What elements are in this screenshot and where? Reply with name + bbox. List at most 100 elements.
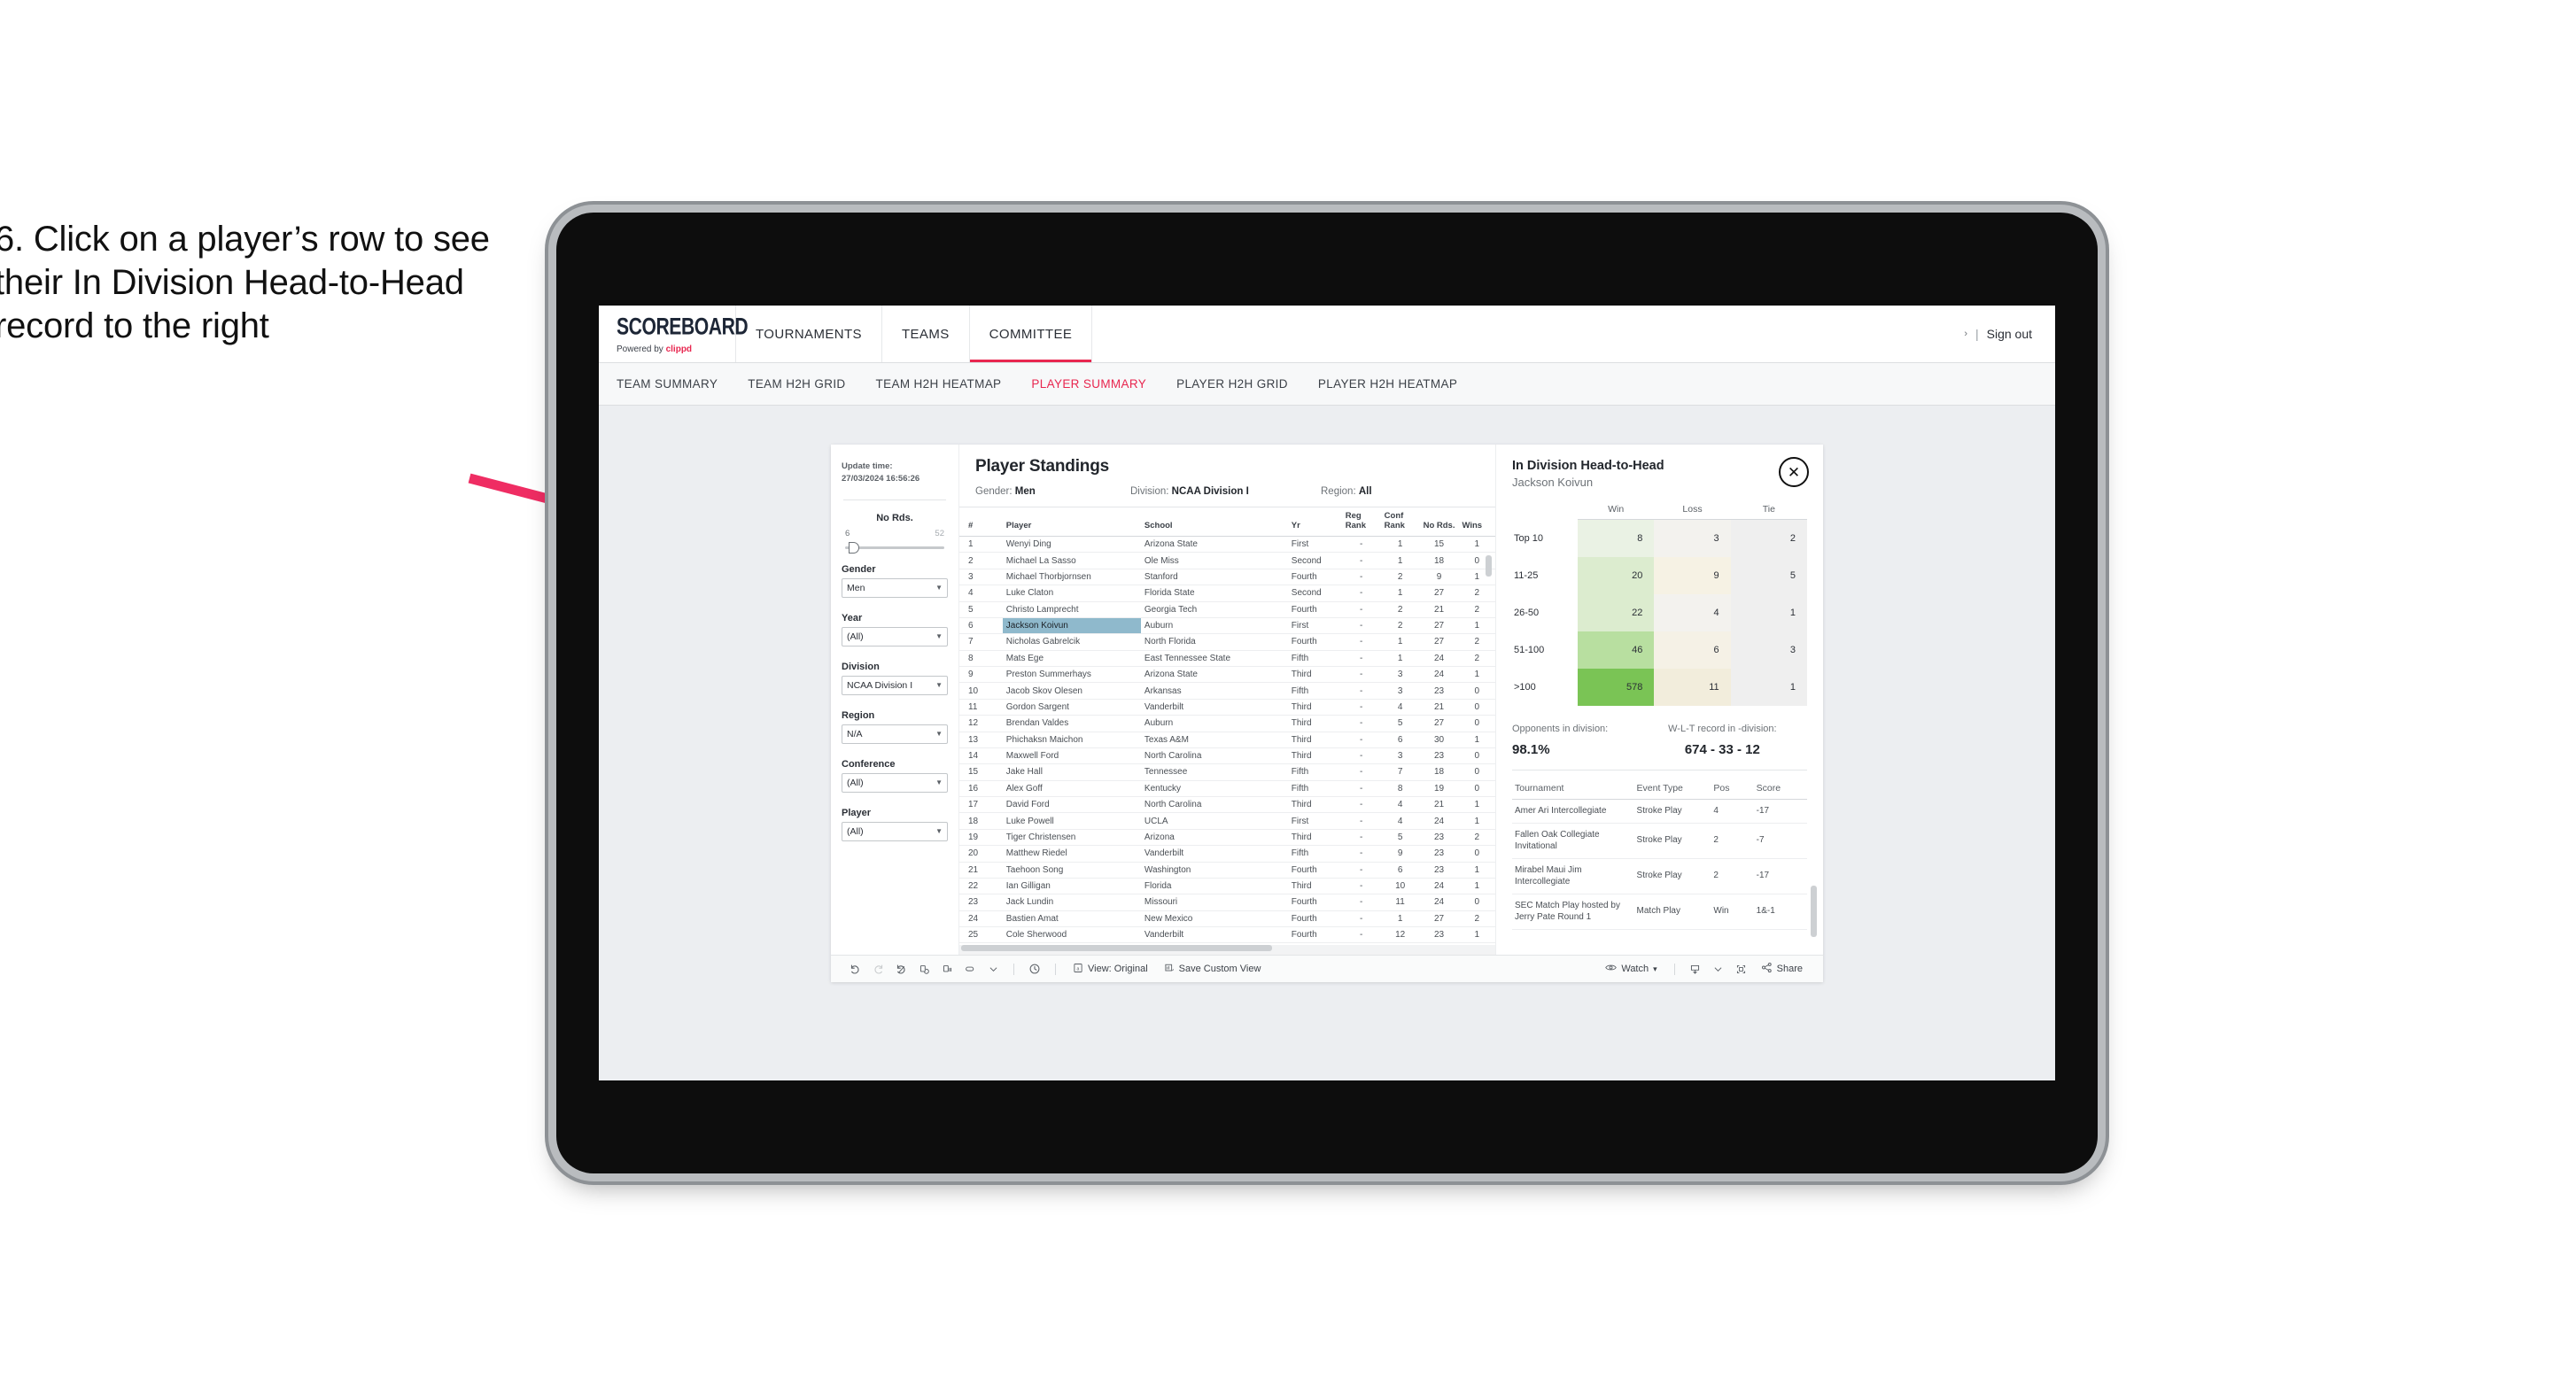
history-clock-icon[interactable] [1023, 960, 1046, 978]
table-row[interactable]: 15 Jake Hall Tennessee Fifth -7 18 0 [959, 763, 1495, 781]
app-logo[interactable]: SCOREBOARD Powered by clippd [599, 306, 749, 362]
nav-item-committee[interactable]: COMMITTEE [969, 306, 1093, 362]
watch-button[interactable]: Watch ▾ [1597, 962, 1664, 976]
col-year[interactable]: Yr [1287, 507, 1342, 537]
col-school[interactable]: School [1140, 507, 1288, 537]
cell-player: Brendan Valdes [1002, 715, 1141, 732]
cell-year: Third [1287, 829, 1342, 847]
redo-icon[interactable] [866, 960, 889, 978]
table-row[interactable]: 25 Cole Sherwood Vanderbilt Fourth -12 23 1 [959, 926, 1495, 944]
tournament-row[interactable]: Mirabel Maui Jim Intercollegiate Stroke P… [1512, 858, 1807, 894]
refresh-data-icon[interactable] [912, 960, 935, 978]
filter-year-select[interactable]: (All) ▼ [842, 626, 948, 647]
cell-year: Fifth [1287, 845, 1342, 863]
fullscreen-icon[interactable] [1730, 960, 1753, 978]
standings-horizontal-scrollbar[interactable] [961, 945, 1272, 952]
view-icon: a [1073, 963, 1083, 976]
table-row[interactable]: 12 Brendan Valdes Auburn Third -5 27 0 [959, 715, 1495, 732]
tournament-row[interactable]: Amer Ari Intercollegiate Stroke Play 4 -17 [1512, 799, 1807, 824]
close-icon[interactable]: ✕ [1779, 457, 1809, 487]
filter-region-select[interactable]: N/A ▼ [842, 724, 948, 744]
standings-horizontal-scroll-track[interactable] [959, 945, 1495, 956]
table-row[interactable]: 8 Mats Ege East Tennessee State Fifth -1 24 2 [959, 650, 1495, 668]
table-row[interactable]: 1 Wenyi Ding Arizona State First -1 15 1 [959, 536, 1495, 554]
tab-team-h2h-grid[interactable]: TEAM H2H GRID [748, 377, 845, 391]
filter-player-select[interactable]: (All) ▼ [842, 821, 948, 841]
table-row[interactable]: 7 Nicholas Gabrelcik North Florida Fourth -1… [959, 633, 1495, 651]
tournaments-scrollbar[interactable] [1811, 886, 1817, 938]
col-rank[interactable]: # [959, 507, 1003, 537]
table-row[interactable]: 18 Luke Powell UCLA First -4 24 1 [959, 812, 1495, 830]
table-row[interactable]: 16 Alex Goff Kentucky Fifth -8 19 0 [959, 780, 1495, 798]
table-row[interactable]: 24 Bastien Amat New Mexico Fourth -1 27 2 [959, 910, 1495, 928]
filter-division-select[interactable]: NCAA Division I ▼ [842, 675, 948, 695]
signout-link[interactable]: Sign out [1987, 327, 2032, 341]
tab-player-h2h-heatmap[interactable]: PLAYER H2H HEATMAP [1318, 377, 1457, 391]
cell-conf-rank: 4 [1380, 796, 1420, 814]
col-wins[interactable]: Wins [1458, 507, 1495, 537]
tab-team-summary[interactable]: TEAM SUMMARY [617, 377, 718, 391]
no-rounds-slider-track[interactable] [845, 541, 944, 554]
tournament-row[interactable]: SEC Match Play hosted by Jerry Pate Roun… [1512, 894, 1807, 930]
tab-player-h2h-grid[interactable]: PLAYER H2H GRID [1176, 377, 1288, 391]
table-row[interactable]: 19 Tiger Christensen Arizona Third -5 23 2 [959, 829, 1495, 847]
tournament-row[interactable]: Fallen Oak Collegiate Invitational Stroke… [1512, 823, 1807, 859]
table-row[interactable]: 13 Phichaksn Maichon Texas A&M Third -6 30 1 [959, 732, 1495, 748]
no-rounds-slider-handle[interactable] [849, 541, 859, 554]
view-original-button[interactable]: a View: Original [1065, 963, 1156, 976]
col-conf-rank[interactable]: Conf Rank [1380, 507, 1420, 537]
table-row[interactable]: 20 Matthew Riedel Vanderbilt Fifth -9 23 0 [959, 845, 1495, 863]
standings-vertical-scrollbar[interactable] [1486, 555, 1492, 577]
cell-school: Vanderbilt [1140, 699, 1288, 716]
watch-chevron-down-icon: ▾ [1653, 964, 1657, 973]
table-row[interactable]: 21 Taehoon Song Washington Fourth -6 23 1 [959, 862, 1495, 879]
share-button[interactable]: Share [1753, 962, 1811, 976]
tab-player-summary[interactable]: PLAYER SUMMARY [1031, 377, 1146, 391]
filter-gender-select[interactable]: Men ▼ [842, 577, 948, 598]
pause-updates-icon[interactable] [935, 960, 958, 978]
download-chevron-down-icon[interactable] [1707, 960, 1730, 978]
nav-item-tournaments[interactable]: TOURNAMENTS [736, 306, 882, 362]
cell-score: -17 [1753, 858, 1807, 894]
download-icon[interactable] [1684, 960, 1707, 978]
table-row[interactable]: 2 Michael La Sasso Ole Miss Second -1 18 0 [959, 552, 1495, 569]
table-row[interactable]: 10 Jacob Skov Olesen Arkansas Fifth -3 23 0 [959, 682, 1495, 700]
standings-table: # Player School Yr Reg Rank Conf Rank No… [959, 507, 1495, 944]
table-row[interactable]: 5 Christo Lamprecht Georgia Tech Fourth -2 21… [959, 601, 1495, 618]
cell-wins: 0 [1458, 715, 1495, 732]
undo-icon[interactable] [843, 960, 866, 978]
revert-icon[interactable] [889, 960, 912, 978]
table-row[interactable]: 6 Jackson Koivun Auburn First -2 27 1 [959, 617, 1495, 635]
cell-player: Ian Gilligan [1002, 878, 1141, 895]
table-row[interactable]: 17 David Ford North Carolina Third -4 21 1 [959, 796, 1495, 814]
cell-player: Luke Claton [1002, 585, 1141, 602]
cell-wins: 1 [1458, 926, 1495, 944]
table-row[interactable]: 3 Michael Thorbjornsen Stanford Fourth -2 9 1 [959, 569, 1495, 586]
highlight-chevron-down-icon[interactable] [982, 960, 1005, 978]
nav-item-teams[interactable]: TEAMS [882, 306, 970, 362]
table-row[interactable]: 22 Ian Gilligan Florida Third -10 24 1 [959, 878, 1495, 895]
table-row[interactable]: 4 Luke Claton Florida State Second -1 27 2 [959, 585, 1495, 602]
col-reg-rank[interactable]: Reg Rank [1341, 507, 1381, 537]
cell-tournament: Fallen Oak Collegiate Invitational [1512, 823, 1634, 859]
cell-no-rds: 27 [1419, 633, 1459, 651]
tab-team-h2h-heatmap[interactable]: TEAM H2H HEATMAP [876, 377, 1002, 391]
dashboard-card-body: Update time: 27/03/2024 16:56:26 No Rds.… [831, 445, 1823, 956]
cell-school: North Carolina [1140, 747, 1288, 765]
cell-no-rds: 21 [1419, 601, 1459, 618]
save-custom-view-button[interactable]: Save Custom View [1156, 963, 1269, 976]
cell-rank: 24 [959, 910, 1003, 928]
cell-school: Vanderbilt [1140, 845, 1288, 863]
table-row[interactable]: 11 Gordon Sargent Vanderbilt Third -4 21 0 [959, 699, 1495, 716]
col-no-rds[interactable]: No Rds. [1419, 507, 1459, 537]
filter-conference-select[interactable]: (All) ▼ [842, 772, 948, 793]
cell-year: Fifth [1287, 682, 1342, 700]
table-row[interactable]: 9 Preston Summerhays Arizona State Third -3 2… [959, 666, 1495, 684]
col-player[interactable]: Player [1002, 507, 1141, 537]
cell-no-rds: 30 [1419, 732, 1459, 748]
table-row[interactable]: 23 Jack Lundin Missouri Fourth -11 24 0 [959, 894, 1495, 911]
table-row[interactable]: 14 Maxwell Ford North Carolina Third -3 23 0 [959, 747, 1495, 765]
highlight-icon[interactable] [958, 960, 982, 978]
cell-school: New Mexico [1140, 910, 1288, 928]
account-chevron-icon[interactable]: › [1964, 329, 1967, 339]
